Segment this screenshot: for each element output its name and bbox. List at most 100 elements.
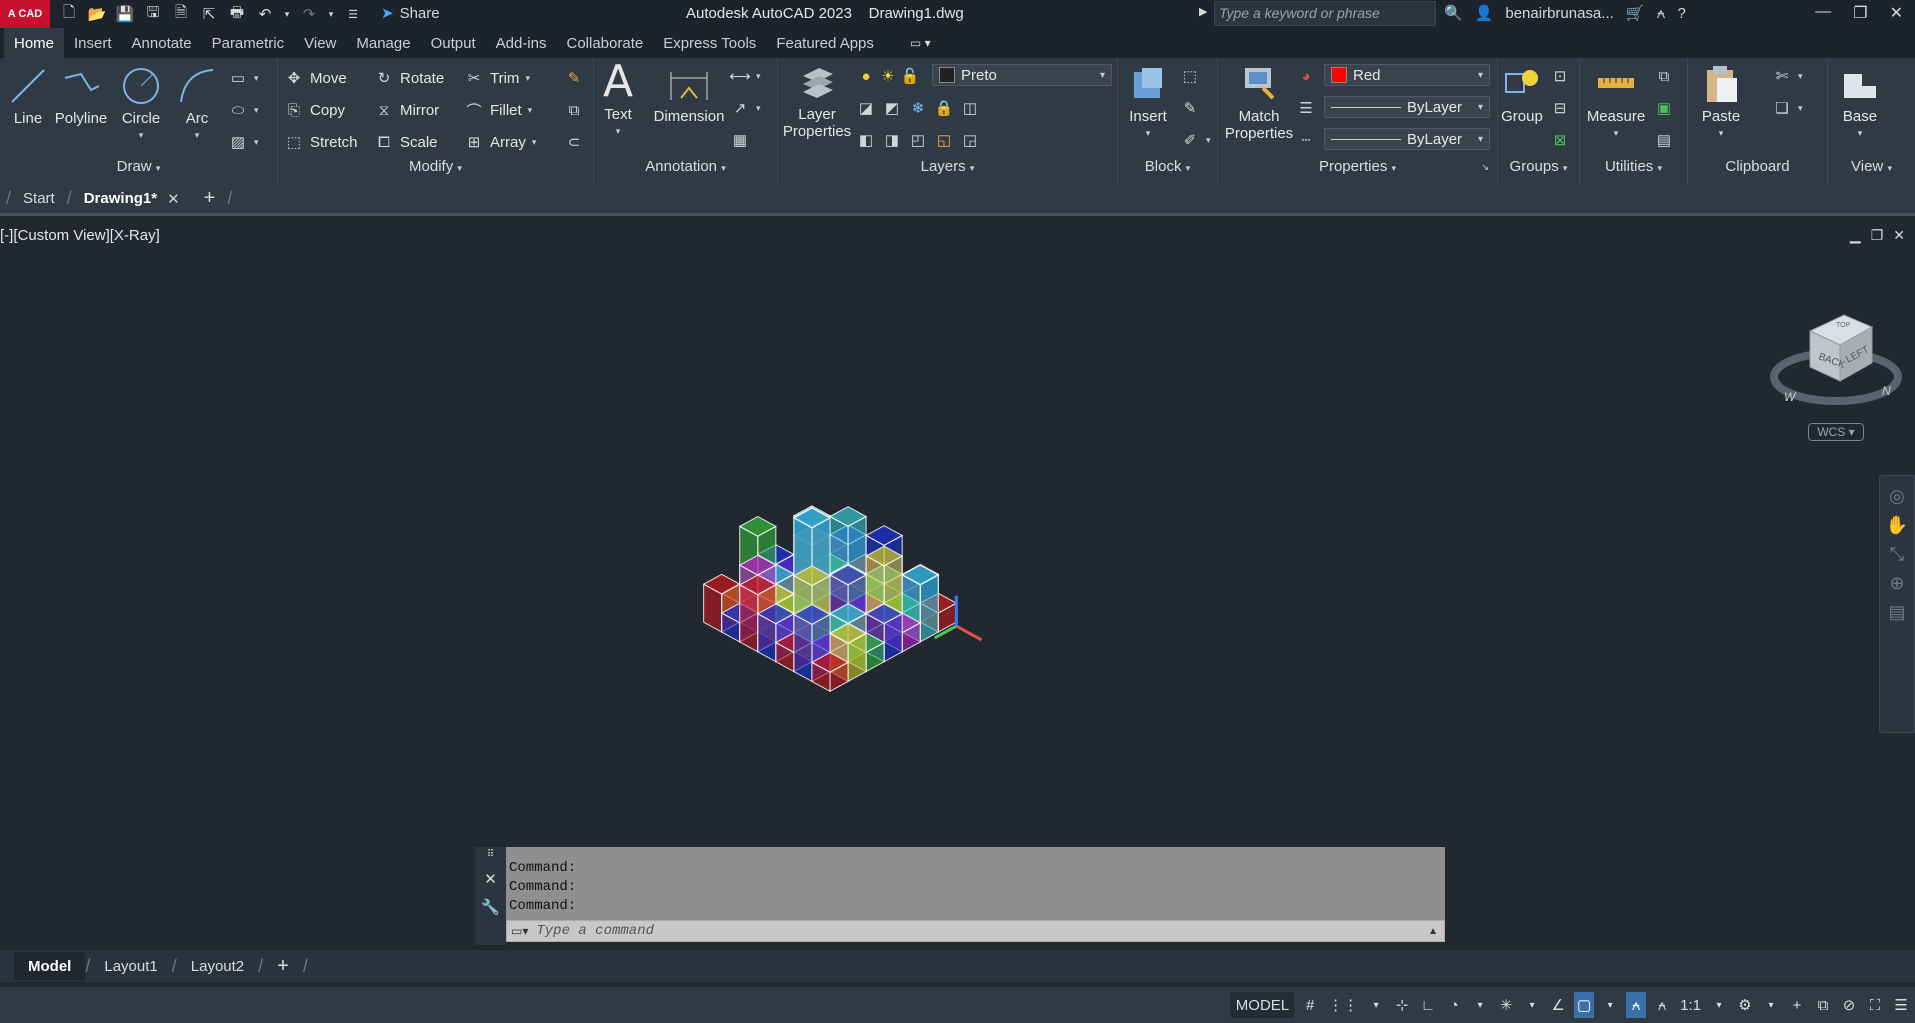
customize-wrench-icon[interactable]: 🔧 xyxy=(481,898,500,916)
rotate-button[interactable]: ↻ Rotate xyxy=(374,66,445,90)
annotation-monitor-icon[interactable]: + xyxy=(1787,992,1807,1018)
open-icon[interactable]: 📂 xyxy=(86,3,108,25)
tab-layout1[interactable]: Layout1 xyxy=(90,952,171,980)
app-logo[interactable]: A CAD xyxy=(0,0,50,28)
polar-tracking-icon[interactable]: ◔ xyxy=(1444,992,1464,1018)
linetype-dropdown[interactable]: ByLayer ▾ xyxy=(1324,128,1490,150)
3d-block-model[interactable] xyxy=(600,443,1060,773)
tab-express-tools[interactable]: Express Tools xyxy=(653,28,766,58)
circle-dropdown-icon[interactable]: ▾ xyxy=(116,127,166,144)
cut-button[interactable]: ✄ ▾ xyxy=(1772,64,1803,88)
new-icon[interactable]: 🗋 xyxy=(58,3,80,25)
auto-scale-icon[interactable]: ⍲ xyxy=(1652,992,1672,1018)
viewcube[interactable]: BACK LEFT TOP W N xyxy=(1768,291,1904,411)
export-icon[interactable]: ⇱ xyxy=(198,3,220,25)
layer-on-icon[interactable]: ● xyxy=(856,66,876,86)
tab-view[interactable]: View xyxy=(294,28,346,58)
viewport-controls-label[interactable]: [-][Custom View][X-Ray] xyxy=(0,227,160,244)
showmotion-icon[interactable]: ▤ xyxy=(1888,602,1905,623)
drawing-viewport[interactable]: [-][Custom View][X-Ray] ▁ ❐ ✕ BACK LEFT … xyxy=(0,219,1915,943)
ungroup-button[interactable]: ⊡ xyxy=(1550,64,1570,88)
lineweight-button[interactable]: ☰ xyxy=(1296,96,1316,120)
panel-groups-title[interactable]: Groups ▾ xyxy=(1498,158,1579,182)
offset-button[interactable]: ⊂ xyxy=(564,130,584,154)
copy-button[interactable]: ⎘ Copy xyxy=(284,98,345,122)
edit-attributes-button[interactable]: ✐ ▾ xyxy=(1180,128,1211,152)
viewport-restore-icon[interactable]: ❐ xyxy=(1871,227,1884,244)
minimize-icon[interactable]: — xyxy=(1815,3,1831,23)
new-tab-button[interactable]: + xyxy=(192,185,228,213)
create-block-button[interactable]: ⬚ xyxy=(1180,64,1200,88)
layer-lock-icon[interactable]: 🔒 xyxy=(934,98,954,118)
erase-button[interactable]: ✎ xyxy=(564,66,584,90)
workspace-gear-icon[interactable]: ⚙ xyxy=(1735,992,1755,1018)
layer-lock2-icon[interactable]: ◱ xyxy=(934,130,954,150)
panel-modify-title[interactable]: Modify ▾ xyxy=(278,158,593,182)
dimension-button[interactable]: Dimension xyxy=(652,66,726,125)
linear-dim-button[interactable]: ⟷ ▾ xyxy=(729,64,760,88)
units-icon[interactable]: ⧉ xyxy=(1813,992,1833,1018)
infer-constraints-icon[interactable]: ⊹ xyxy=(1392,992,1412,1018)
trim-button[interactable]: ✂ Trim ▾ xyxy=(464,66,530,90)
group-select-button[interactable]: ⊠ xyxy=(1550,128,1570,152)
snap-icon[interactable]: ⋮⋮ xyxy=(1326,992,1360,1018)
arc-dropdown-icon[interactable]: ▾ xyxy=(176,127,218,144)
close-icon[interactable]: ✕ xyxy=(1890,3,1903,23)
move-button[interactable]: ✥ Move xyxy=(284,66,347,90)
line-button[interactable]: Line xyxy=(8,66,48,127)
tab-manage[interactable]: Manage xyxy=(346,28,420,58)
select-all-button[interactable]: ▣ xyxy=(1654,96,1674,120)
measure-button[interactable]: Measure ▾ xyxy=(1582,64,1650,142)
layer-unlock-icon[interactable]: 🔓 xyxy=(900,66,920,86)
group-edit-button[interactable]: ⊟ xyxy=(1550,96,1570,120)
undo-dropdown-icon[interactable]: ▾ xyxy=(282,3,292,25)
orbit-icon[interactable]: ⊕ xyxy=(1889,573,1904,594)
panel-block-title[interactable]: Block ▾ xyxy=(1118,158,1217,182)
match-properties-button[interactable]: Match Properties xyxy=(1222,64,1296,142)
leader-button[interactable]: ↗ ▾ xyxy=(730,96,761,120)
layer-unisolate-icon[interactable]: ◰ xyxy=(908,130,928,150)
polyline-button[interactable]: Polyline xyxy=(50,66,112,127)
panel-annotation-title[interactable]: Annotation ▾ xyxy=(594,158,777,182)
cart-icon[interactable]: 🛒 xyxy=(1626,4,1645,22)
quick-properties-icon[interactable]: ⊘ xyxy=(1839,992,1859,1018)
quick-select-button[interactable]: ⧉ xyxy=(1654,64,1674,88)
annotation-visibility-icon[interactable]: ⍲ xyxy=(1626,992,1647,1018)
panel-utilities-title[interactable]: Utilities ▾ xyxy=(1580,158,1687,182)
tab-home[interactable]: Home xyxy=(4,28,65,58)
insert-button[interactable]: Insert ▾ xyxy=(1122,64,1174,142)
layer-freeze-icon[interactable]: ❄ xyxy=(908,98,928,118)
table-button[interactable]: ▦ xyxy=(730,128,750,152)
panel-view-title[interactable]: View ▾ xyxy=(1828,158,1915,182)
viewport-close-icon[interactable]: ✕ xyxy=(1893,227,1905,244)
tab-layout2[interactable]: Layout2 xyxy=(177,952,258,980)
object-color-button[interactable]: ◕ xyxy=(1296,64,1316,88)
tab-add-ins[interactable]: Add-ins xyxy=(486,28,557,58)
user-name[interactable]: benairbrunasa... xyxy=(1505,5,1613,22)
panel-clipboard-title[interactable]: Clipboard xyxy=(1688,158,1827,182)
redo-icon[interactable]: ↷ xyxy=(298,3,320,25)
command-input[interactable]: ▭▾ Type a command ▲ xyxy=(506,920,1445,942)
calculator-button[interactable]: ▤ xyxy=(1654,128,1674,152)
panel-properties-title[interactable]: Properties ▾ ↘ xyxy=(1218,158,1497,182)
customization-menu-icon[interactable]: ☰ xyxy=(1891,992,1911,1018)
tab-start[interactable]: Start xyxy=(11,185,67,213)
recent-commands-icon[interactable]: ▲ xyxy=(1428,926,1438,937)
tab-model[interactable]: Model xyxy=(14,952,86,980)
edit-block-button[interactable]: ✎ xyxy=(1180,96,1200,120)
scale-dropdown-icon[interactable]: ▾ xyxy=(1709,992,1729,1018)
tab-drawing1[interactable]: Drawing1* ✕ xyxy=(72,185,192,213)
viewport-minimize-icon[interactable]: ▁ xyxy=(1850,227,1861,244)
drag-handle-icon[interactable]: ⠿ xyxy=(487,849,494,860)
layer-isolate-icon[interactable]: ◨ xyxy=(882,130,902,150)
paste-button[interactable]: Paste ▾ xyxy=(1696,64,1746,142)
tab-collaborate[interactable]: Collaborate xyxy=(556,28,653,58)
mirror-button[interactable]: ⧖ Mirror xyxy=(374,98,439,122)
layer-thaw-icon[interactable]: ☀ xyxy=(878,66,898,86)
tab-annotate[interactable]: Annotate xyxy=(122,28,202,58)
command-prompt-icon[interactable]: ▭▾ xyxy=(511,924,528,938)
linetype-button[interactable]: ┄ xyxy=(1296,128,1316,152)
ribbon-minimize-icon[interactable]: ▭ ▾ xyxy=(910,36,931,50)
lineweight-dropdown[interactable]: ByLayer ▾ xyxy=(1324,96,1490,118)
snap-dropdown-icon[interactable]: ▾ xyxy=(1366,992,1386,1018)
